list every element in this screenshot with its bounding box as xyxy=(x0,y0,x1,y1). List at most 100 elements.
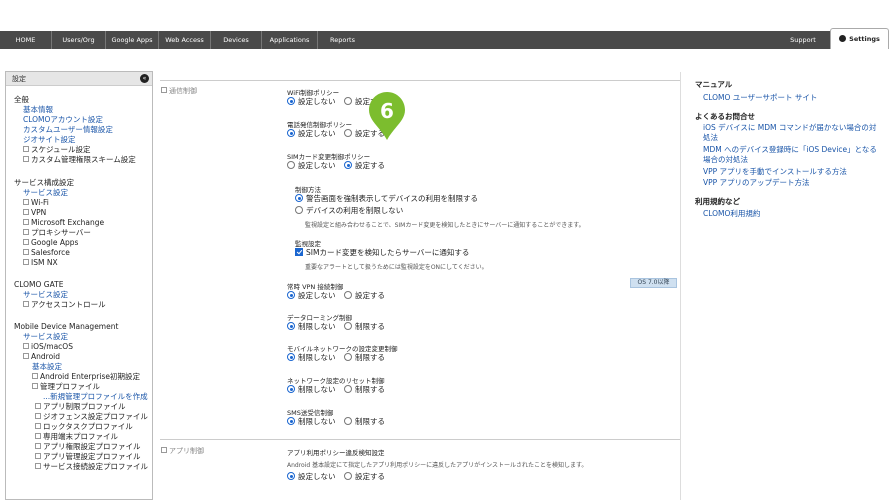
tree-link-gate-service[interactable]: サービス設定 xyxy=(23,290,68,300)
app-policy-on-radio[interactable]: 設定する xyxy=(344,472,385,482)
tree-node-geofence[interactable]: ジオフェンス設定プロファイル xyxy=(35,412,148,422)
nav-users-org[interactable]: Users/Org xyxy=(52,31,106,49)
section-divider xyxy=(160,80,680,81)
section-communication-control[interactable]: 通信制御 xyxy=(161,86,197,96)
tree-node-google-apps[interactable]: Google Apps xyxy=(23,238,78,248)
expand-icon xyxy=(23,146,29,152)
radio-label: 制限しない xyxy=(298,353,336,362)
vpn-on-radio[interactable]: 設定する xyxy=(344,291,385,301)
tree-node-android[interactable]: Android xyxy=(23,352,60,362)
tree-node-proxy[interactable]: プロキシサーバー xyxy=(23,228,91,238)
sim-policy-on-radio[interactable]: 設定する xyxy=(344,161,385,171)
tree-node-app-management[interactable]: アプリ管理設定プロファイル xyxy=(35,452,141,462)
tree-node-label: アプリ権限設定プロファイル xyxy=(43,442,141,451)
sidebar-title: 設定 xyxy=(12,75,26,83)
data-roaming-label: データローミング制御 xyxy=(287,314,352,322)
tree-link-custom-user-info[interactable]: カスタムユーザー情報設定 xyxy=(23,125,113,135)
tree-node-access-control[interactable]: アクセスコントロール xyxy=(23,300,106,310)
faq-link-mdm-command[interactable]: iOS デバイスに MDM コマンドが届かない場合の対処法 xyxy=(703,123,883,143)
method-warning-radio[interactable]: 警告画面を強制表示してデバイスの利用を制限する xyxy=(295,194,478,204)
nav-home[interactable]: HOME xyxy=(0,31,52,49)
tree-node-dedicated-device[interactable]: 専用端末プロファイル xyxy=(35,432,118,442)
tree-heading-service: サービス構成設定 xyxy=(14,178,74,187)
sms-restrict-radio[interactable]: 制限する xyxy=(344,417,385,427)
faq-link-vpp-install[interactable]: VPP アプリを手動でインストールする方法 xyxy=(703,167,883,177)
tree-node-exchange[interactable]: Microsoft Exchange xyxy=(23,218,104,228)
tree-node-salesforce[interactable]: Salesforce xyxy=(23,248,70,258)
tree-node-label: 専用端末プロファイル xyxy=(43,432,118,441)
radio-label: 警告画面を強制表示してデバイスの利用を制限する xyxy=(306,194,479,203)
tree-node-app-permission[interactable]: アプリ権限設定プロファイル xyxy=(35,442,141,452)
tree-link-new-profile[interactable]: ...新規管理プロファイルを作成 xyxy=(43,392,148,402)
vpn-off-radio[interactable]: 設定しない xyxy=(287,291,336,301)
call-policy-label: 電話発信制御ポリシー xyxy=(287,121,352,129)
monitor-settings-label: 監視設定 xyxy=(295,240,321,248)
app-policy-off-radio[interactable]: 設定しない xyxy=(287,472,336,482)
call-policy-off-radio[interactable]: 設定しない xyxy=(287,129,336,139)
tree-link-mdm-service[interactable]: サービス設定 xyxy=(23,332,68,342)
tree-node-wifi[interactable]: Wi-Fi xyxy=(23,198,49,208)
tree-node-label: Android Enterprise初期設定 xyxy=(40,372,140,381)
app-policy-description: Android 基本設定にて指定したアプリ利用ポリシーに違反したアプリがインスト… xyxy=(287,462,588,469)
roaming-no-restrict-radio[interactable]: 制限しない xyxy=(287,322,336,332)
roaming-restrict-radio[interactable]: 制限する xyxy=(344,322,385,332)
app-policy-label: アプリ利用ポリシー違反検知設定 xyxy=(287,449,385,457)
tree-node-label: アプリ管理設定プロファイル xyxy=(43,452,141,461)
tree-link-service-settings[interactable]: サービス設定 xyxy=(23,188,68,198)
nav-devices[interactable]: Devices xyxy=(211,31,262,49)
tree-node-label: ISM NX xyxy=(31,258,58,267)
tree-node-ism-nx[interactable]: ISM NX xyxy=(23,258,58,268)
monitor-settings-description: 重要なアラートとして扱うためには監視設定をONにしてください。 xyxy=(305,264,488,271)
sim-change-notify-checkbox[interactable]: SIMカード変更を検知したらサーバーに通知する xyxy=(295,248,469,258)
radio-label: 制限しない xyxy=(298,322,336,331)
tree-node-label: ジオフェンス設定プロファイル xyxy=(43,412,148,421)
tree-link-android-basic[interactable]: 基本設定 xyxy=(32,362,62,372)
tree-node-custom-admin-scheme[interactable]: カスタム管理権限スキーム設定 xyxy=(23,155,136,165)
tree-node-android-enterprise[interactable]: Android Enterprise初期設定 xyxy=(32,372,140,382)
tree-link-geosite[interactable]: ジオサイト設定 xyxy=(23,135,76,145)
radio-label: 制限する xyxy=(355,385,385,394)
section-title: 通信制御 xyxy=(169,87,197,95)
mobile-net-no-restrict-radio[interactable]: 制限しない xyxy=(287,353,336,363)
nav-web-access[interactable]: Web Access xyxy=(159,31,211,49)
radio-label: 設定しない xyxy=(298,291,336,300)
method-no-restrict-radio[interactable]: デバイスの利用を制限しない xyxy=(295,206,403,216)
expand-icon xyxy=(35,423,41,429)
wifi-policy-off-radio[interactable]: 設定しない xyxy=(287,97,336,107)
net-reset-restrict-radio[interactable]: 制限する xyxy=(344,385,385,395)
terms-heading: 利用規約など xyxy=(695,197,740,206)
section-divider xyxy=(160,439,680,440)
radio-label: 設定しない xyxy=(298,129,336,138)
checkbox-label: SIMカード変更を検知したらサーバーに通知する xyxy=(306,248,470,257)
sim-policy-off-radio[interactable]: 設定しない xyxy=(287,161,336,171)
tree-link-basic-info[interactable]: 基本情報 xyxy=(23,105,53,115)
sms-control-label: SMS送受信制御 xyxy=(287,409,334,417)
net-reset-no-restrict-radio[interactable]: 制限しない xyxy=(287,385,336,395)
tree-node-ios-macos[interactable]: iOS/macOS xyxy=(23,342,73,352)
faq-link-vpp-update[interactable]: VPP アプリのアップデート方法 xyxy=(703,178,883,188)
terms-link[interactable]: CLOMO利用規約 xyxy=(703,209,883,219)
sms-no-restrict-radio[interactable]: 制限しない xyxy=(287,417,336,427)
nav-google-apps[interactable]: Google Apps xyxy=(106,31,159,49)
tree-node-lock-task[interactable]: ロックタスクプロファイル xyxy=(35,422,133,432)
tree-node-schedule[interactable]: スケジュール設定 xyxy=(23,145,90,155)
radio-label: 制限する xyxy=(355,322,385,331)
top-navigation: HOME Users/Org Google Apps Web Access De… xyxy=(0,28,889,49)
section-app-control[interactable]: アプリ制御 xyxy=(161,446,204,456)
mobile-net-restrict-radio[interactable]: 制限する xyxy=(344,353,385,363)
expand-icon xyxy=(35,443,41,449)
mobile-network-label: モバイルネットワークの設定変更制御 xyxy=(287,345,398,353)
tree-link-clomo-account[interactable]: CLOMOアカウント設定 xyxy=(23,115,103,125)
faq-link-ios-device[interactable]: MDM へのデバイス登録時に「iOS Device」となる場合の対処法 xyxy=(703,145,883,165)
tree-node-service-connection[interactable]: サービス接続設定プロファイル xyxy=(35,462,148,472)
expand-icon xyxy=(35,403,41,409)
support-site-link[interactable]: CLOMO ユーザーサポート サイト xyxy=(703,93,883,103)
tree-node-app-restriction[interactable]: アプリ制限プロファイル xyxy=(35,402,126,412)
collapse-sidebar-icon[interactable]: « xyxy=(140,74,149,83)
nav-support[interactable]: Support xyxy=(780,31,826,49)
nav-reports[interactable]: Reports xyxy=(318,31,367,49)
nav-settings-tab[interactable]: Settings xyxy=(830,28,889,49)
nav-applications[interactable]: Applications xyxy=(262,31,318,49)
tree-node-vpn[interactable]: VPN xyxy=(23,208,46,218)
tree-node-managed-profiles[interactable]: 管理プロファイル xyxy=(32,382,100,392)
